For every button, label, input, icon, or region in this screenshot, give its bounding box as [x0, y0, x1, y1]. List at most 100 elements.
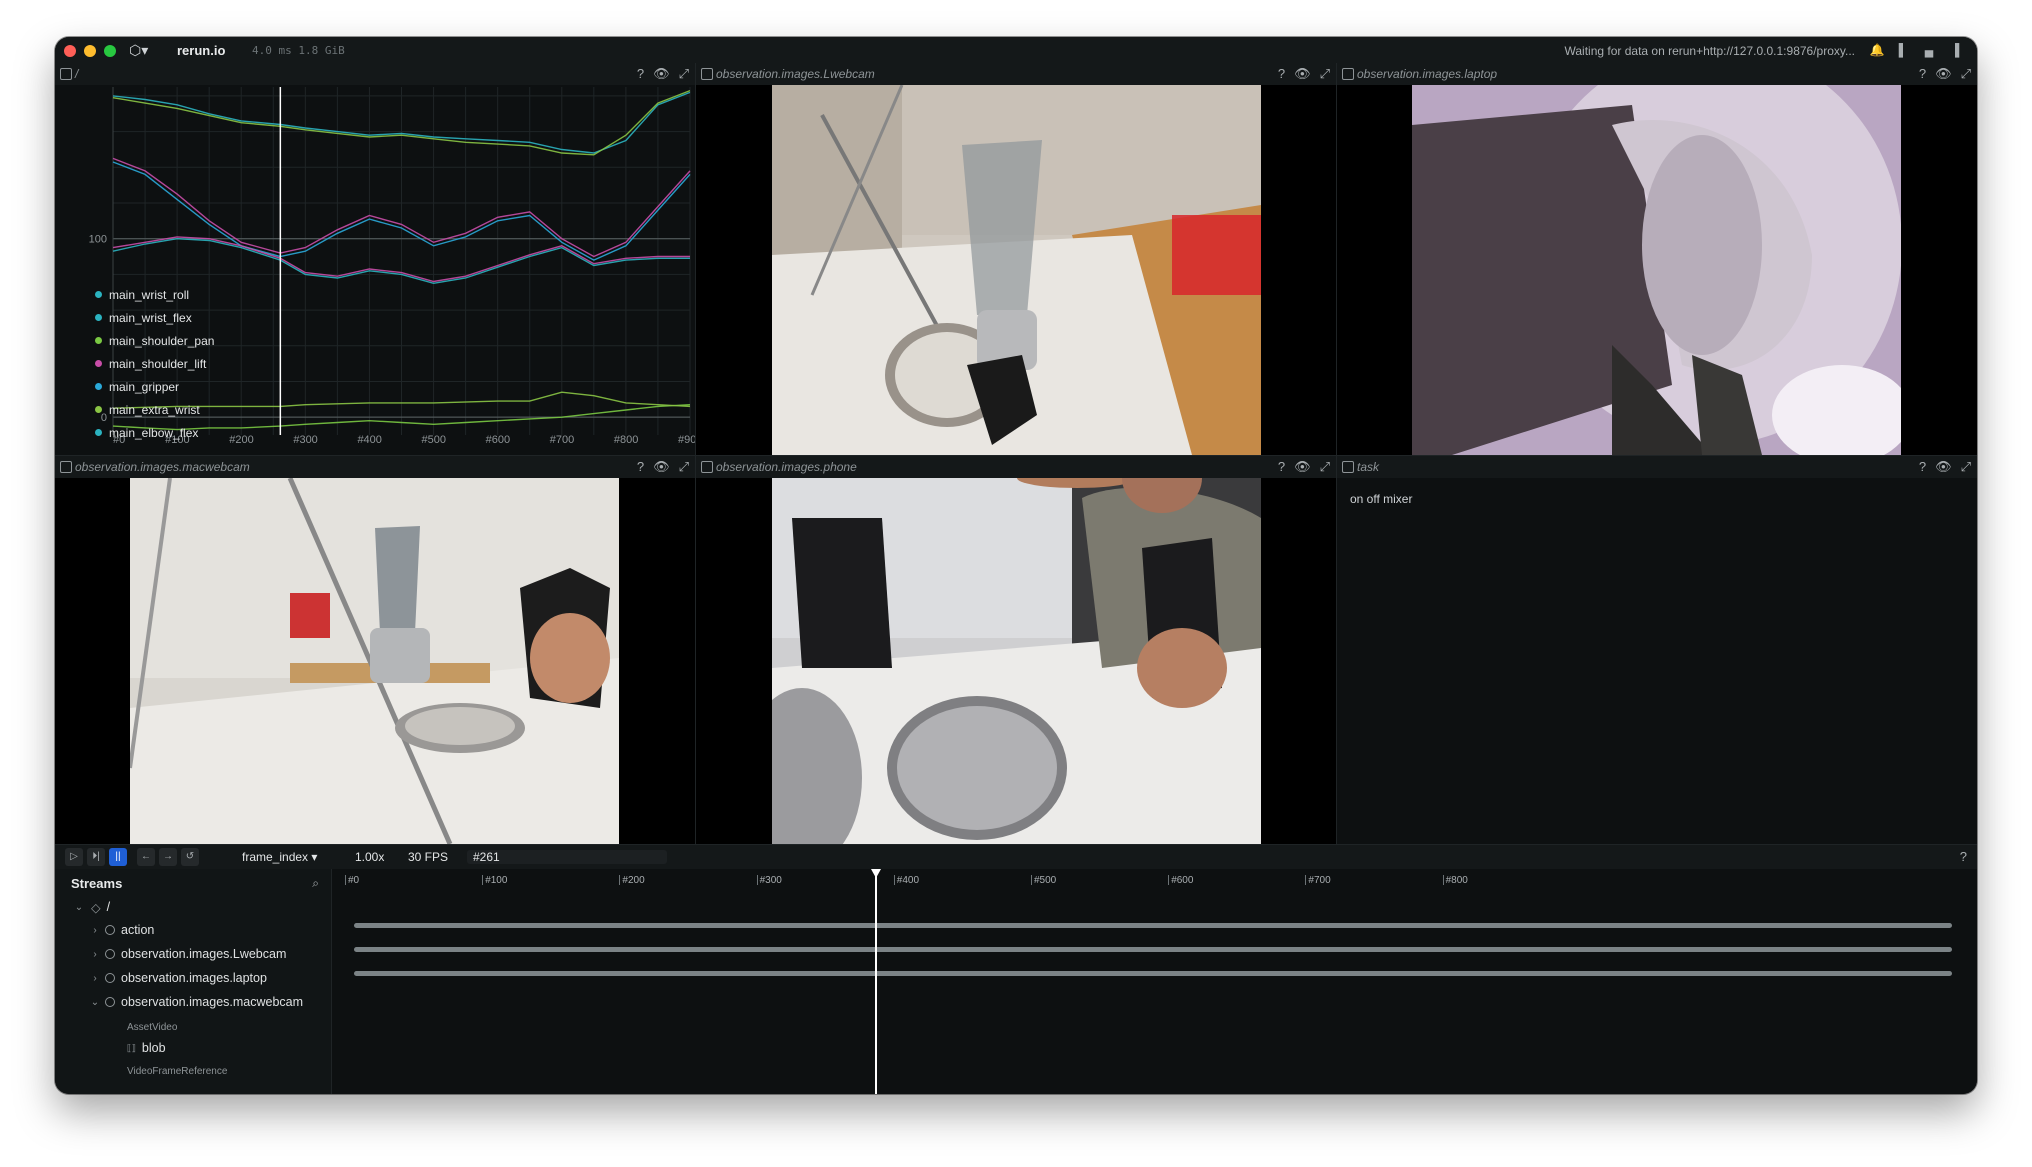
play-icon[interactable]: ▷: [65, 848, 83, 866]
legend-item[interactable]: main_shoulder_pan: [95, 329, 214, 352]
timeseries-view-icon: [60, 68, 72, 80]
close-window-button[interactable]: [64, 45, 76, 57]
step-forward-icon[interactable]: ⏵|: [87, 848, 105, 866]
current-frame: #261: [473, 850, 500, 864]
x-tick-label: #700: [550, 434, 574, 446]
timeline-tick-label: #600: [1171, 875, 1194, 886]
help-icon[interactable]: ?: [1919, 459, 1926, 475]
timeline-tick-mark: [1442, 875, 1444, 885]
help-icon[interactable]: ?: [1278, 66, 1285, 82]
time-cursor-handle[interactable]: [871, 869, 881, 878]
tree-root[interactable]: ⌄ ◇ /: [55, 896, 349, 918]
eye-icon[interactable]: 👁: [1294, 459, 1311, 475]
entity-icon: [105, 973, 115, 983]
left-panel-toggle-icon[interactable]: ▌: [1895, 42, 1911, 58]
streams-header: Streams: [71, 876, 123, 891]
time-cursor[interactable]: [875, 869, 877, 1094]
eye-icon[interactable]: 👁: [653, 66, 670, 82]
legend-item[interactable]: main_extra_wrist: [95, 398, 214, 421]
right-panel-toggle-icon[interactable]: ▐: [1947, 42, 1963, 58]
panel-divider[interactable]: [695, 63, 696, 844]
help-icon[interactable]: ?: [1278, 459, 1285, 475]
eye-icon[interactable]: 👁: [1935, 459, 1952, 475]
timeline-tick-label: #0: [348, 875, 360, 886]
laptop-view[interactable]: [1337, 85, 1977, 455]
timeline-tick-mark: [482, 875, 484, 885]
timeline-track-action[interactable]: [354, 923, 1952, 928]
help-icon[interactable]: ?: [1960, 849, 1967, 864]
app-name: rerun.io: [177, 43, 226, 58]
eye-icon[interactable]: 👁: [653, 459, 670, 475]
tree-item-macwebcam[interactable]: ⌄ observation.images.macwebcam: [55, 991, 365, 1013]
phone-panel-header: observation.images.phone ? 👁 ⤢: [696, 456, 1336, 478]
lwebcam-view[interactable]: [696, 85, 1336, 455]
task-panel: task ? 👁 ⤢ on off mixer: [1337, 456, 1977, 844]
timeline-panel[interactable]: #0 #100 #200 #300 #400 #500 #600 #700 #800: [339, 869, 1977, 1094]
maximize-icon[interactable]: ⤢: [1320, 459, 1330, 475]
playback-fps[interactable]: 30 FPS: [408, 850, 448, 864]
task-panel-header: task ? 👁 ⤢: [1337, 456, 1977, 478]
panel-divider[interactable]: [55, 455, 1977, 456]
chevron-down-icon[interactable]: ⌄: [89, 997, 101, 1008]
legend-item[interactable]: main_gripper: [95, 375, 214, 398]
minimize-window-button[interactable]: [84, 45, 96, 57]
legend-label: main_gripper: [109, 379, 180, 394]
help-icon[interactable]: ?: [1919, 66, 1926, 82]
macwebcam-view[interactable]: [55, 478, 695, 844]
bottom-panel-toggle-icon[interactable]: ▄: [1921, 42, 1937, 58]
pause-icon[interactable]: ||: [109, 848, 127, 866]
tree-item-lwebcam[interactable]: › observation.images.Lwebcam: [55, 943, 365, 965]
arrow-left-icon[interactable]: ←: [137, 848, 155, 866]
legend-swatch: [95, 337, 102, 344]
image-view-icon: [701, 461, 713, 473]
maximize-icon[interactable]: ⤢: [1320, 66, 1330, 82]
timeline-tick-mark: [1168, 875, 1170, 885]
legend-item[interactable]: main_elbow_flex: [95, 421, 214, 444]
legend-label: main_wrist_roll: [109, 287, 190, 302]
tree-item-label: observation.images.Lwebcam: [121, 947, 287, 961]
lwebcam-panel-title: observation.images.Lwebcam: [716, 67, 875, 81]
tree-item-laptop[interactable]: › observation.images.laptop: [55, 967, 365, 989]
legend-item[interactable]: main_shoulder_lift: [95, 352, 214, 375]
maximize-icon[interactable]: ⤢: [1961, 66, 1971, 82]
eye-icon[interactable]: 👁: [1935, 66, 1952, 82]
lwebcam-panel-header: observation.images.Lwebcam ? 👁 ⤢: [696, 63, 1336, 85]
timeline-tick-label: #200: [622, 875, 645, 886]
timeline-selector[interactable]: frame_index ▾: [242, 850, 317, 864]
memory-stats: 4.0 ms 1.8 GiB: [252, 44, 345, 57]
chevron-right-icon[interactable]: ›: [89, 925, 101, 936]
search-icon[interactable]: ⌕: [312, 876, 319, 891]
phone-panel-title: observation.images.phone: [716, 460, 857, 474]
chevron-down-icon[interactable]: ⌄: [73, 902, 85, 913]
timeline-tick-label: #300: [759, 875, 782, 886]
bell-icon[interactable]: 🔔: [1869, 42, 1885, 58]
maximize-icon[interactable]: ⤢: [679, 459, 689, 475]
help-icon[interactable]: ?: [637, 459, 644, 475]
legend-item[interactable]: main_wrist_roll: [95, 283, 214, 306]
legend-swatch: [95, 314, 102, 321]
timeline-track-lwebcam[interactable]: [354, 947, 1952, 952]
plot-area[interactable]: #0#100#200#300#400#500#600#700#800#90010…: [55, 85, 695, 455]
help-icon[interactable]: ?: [637, 66, 644, 82]
timeline-tick-mark: [619, 875, 621, 885]
x-tick-label: #800: [614, 434, 638, 446]
eye-icon[interactable]: 👁: [1294, 66, 1311, 82]
arrow-right-icon[interactable]: →: [159, 848, 177, 866]
legend-swatch: [95, 406, 102, 413]
playback-speed[interactable]: 1.00x: [355, 850, 384, 864]
maximize-icon[interactable]: ⤢: [679, 66, 689, 82]
tree-item-action[interactable]: › action: [55, 919, 365, 941]
chevron-right-icon[interactable]: ›: [89, 973, 101, 984]
rerun-logo-icon[interactable]: ⬡▾: [129, 42, 157, 58]
chevron-right-icon[interactable]: ›: [89, 949, 101, 960]
legend-item[interactable]: main_wrist_flex: [95, 306, 214, 329]
task-view[interactable]: on off mixer: [1337, 478, 1977, 844]
maximize-icon[interactable]: ⤢: [1961, 459, 1971, 475]
timeline-tick-mark: [345, 875, 346, 885]
maximize-window-button[interactable]: [104, 45, 116, 57]
timeline-track-laptop[interactable]: [354, 971, 1952, 976]
phone-view[interactable]: [696, 478, 1336, 844]
loop-icon[interactable]: ↺: [181, 848, 199, 866]
lwebcam-panel: observation.images.Lwebcam ? 👁 ⤢: [696, 63, 1336, 455]
panel-divider[interactable]: [1336, 63, 1337, 844]
